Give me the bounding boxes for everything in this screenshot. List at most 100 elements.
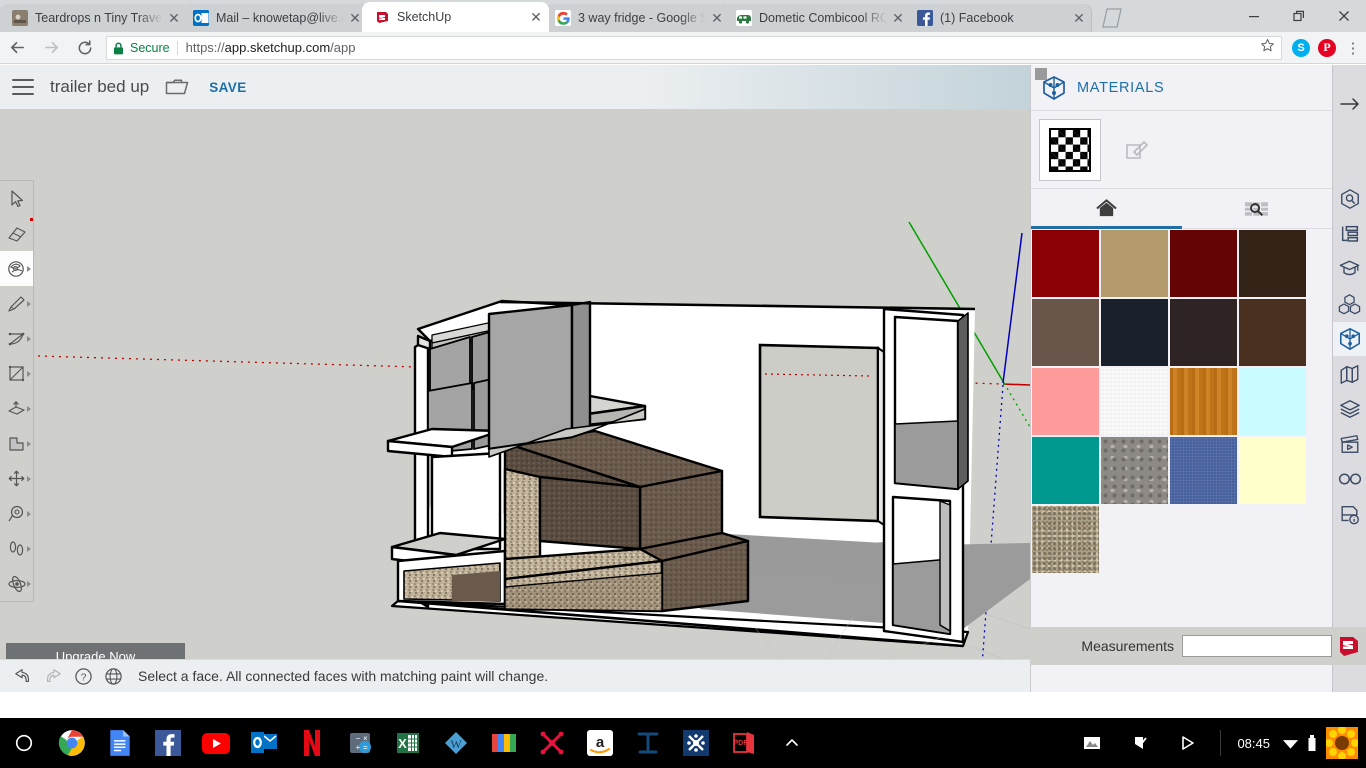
layers-icon[interactable] (1333, 392, 1366, 426)
close-window-icon[interactable] (1321, 0, 1366, 32)
material-swatch[interactable] (1032, 368, 1099, 435)
tray-check-icon[interactable] (1116, 718, 1164, 768)
youtube-icon[interactable] (192, 718, 240, 768)
material-swatch[interactable] (1101, 368, 1168, 435)
address-bar[interactable]: Secure https://app.sketchup.com/app (106, 35, 1282, 60)
material-swatch[interactable] (1239, 437, 1306, 504)
outliner-icon[interactable] (1333, 217, 1366, 251)
restore-icon[interactable] (1276, 0, 1321, 32)
microsoft-store-icon[interactable] (480, 718, 528, 768)
arc-tool[interactable] (0, 321, 33, 356)
tray-play-icon[interactable] (1164, 718, 1212, 768)
flyout-arrow-icon[interactable] (27, 405, 31, 412)
bookmark-star-icon[interactable] (1260, 38, 1275, 58)
home-tab[interactable] (1031, 189, 1182, 228)
material-swatch[interactable] (1101, 230, 1168, 297)
blue-x-app-icon[interactable] (672, 718, 720, 768)
model-viewport[interactable] (0, 109, 1030, 692)
flyout-arrow-icon[interactable] (27, 510, 31, 517)
word-diamond-icon[interactable]: W (432, 718, 480, 768)
undo-icon[interactable] (8, 661, 38, 691)
material-swatch[interactable] (1170, 437, 1237, 504)
browser-tab[interactable]: 3 way fridge - Google Sea ✕ (543, 4, 730, 32)
amazon-icon[interactable]: a (576, 718, 624, 768)
current-material-swatch[interactable] (1039, 118, 1101, 181)
material-swatch[interactable] (1032, 437, 1099, 504)
material-swatch[interactable] (1239, 230, 1306, 297)
stereo-glasses-icon[interactable] (1333, 462, 1366, 496)
netflix-icon[interactable] (288, 718, 336, 768)
browser-tab-active[interactable]: SketchUp ✕ (362, 2, 549, 32)
reload-button[interactable] (68, 32, 102, 64)
flyout-arrow-icon[interactable] (27, 265, 31, 272)
rectangle-tool[interactable] (0, 356, 33, 391)
battery-icon[interactable] (1302, 718, 1322, 768)
pdf-icon[interactable]: PDF (720, 718, 768, 768)
forward-button[interactable] (34, 32, 68, 64)
select-tool[interactable] (0, 181, 33, 216)
chrome-icon[interactable] (48, 718, 96, 768)
facebook-icon[interactable] (144, 718, 192, 768)
measurements-input[interactable] (1182, 635, 1332, 657)
back-button[interactable] (0, 32, 34, 64)
scenes-icon[interactable] (1333, 427, 1366, 461)
material-swatch[interactable] (1239, 368, 1306, 435)
material-swatch[interactable] (1170, 299, 1237, 366)
excel-icon[interactable]: X (384, 718, 432, 768)
help-icon[interactable]: ? (68, 661, 98, 691)
wifi-icon[interactable] (1278, 718, 1302, 768)
flyout-arrow-icon[interactable] (27, 370, 31, 377)
material-swatch[interactable] (1239, 299, 1306, 366)
material-swatch[interactable] (1032, 506, 1099, 573)
pinterest-extension-icon[interactable]: P (1314, 32, 1340, 64)
browser-tab[interactable]: (1) Facebook ✕ (905, 4, 1092, 32)
document-name[interactable]: trailer bed up (50, 77, 149, 97)
flyout-arrow-icon[interactable] (27, 545, 31, 552)
close-icon[interactable]: ✕ (527, 8, 545, 26)
folder-icon[interactable] (165, 77, 189, 97)
cortana-icon[interactable] (0, 718, 48, 768)
browser-tab[interactable]: Mail – knowetap@live.co ✕ (181, 4, 368, 32)
minimize-icon[interactable] (1231, 0, 1276, 32)
main-menu-icon[interactable] (12, 79, 34, 95)
flyout-arrow-icon[interactable] (27, 335, 31, 342)
save-button[interactable]: SAVE (209, 80, 246, 95)
sunflower-icon[interactable] (1322, 718, 1362, 768)
flyout-arrow-icon[interactable] (27, 300, 31, 307)
tape-measure-tool[interactable] (0, 496, 33, 531)
material-swatch[interactable] (1101, 437, 1168, 504)
close-icon[interactable]: ✕ (1070, 9, 1088, 27)
material-swatch[interactable] (1032, 230, 1099, 297)
browser-tab[interactable]: Dometic Combicool RC1 ✕ (724, 4, 911, 32)
material-swatch[interactable] (1032, 299, 1099, 366)
globe-icon[interactable] (98, 661, 128, 691)
panel-drag-handle[interactable] (1035, 68, 1047, 80)
outlook-icon[interactable] (240, 718, 288, 768)
blue-t-app-icon[interactable] (624, 718, 672, 768)
materials-icon[interactable] (1332, 322, 1366, 356)
expand-panel-icon[interactable] (1333, 87, 1366, 121)
clock[interactable]: 08:45 (1237, 736, 1270, 751)
browser-menu-button[interactable]: ⋮ (1340, 32, 1366, 64)
line-tool[interactable] (0, 286, 33, 321)
move-tool[interactable] (0, 461, 33, 496)
push-pull-tool[interactable] (0, 391, 33, 426)
tray-image-icon[interactable] (1068, 718, 1116, 768)
flyout-arrow-icon[interactable] (27, 580, 31, 587)
model-info-icon[interactable] (1333, 497, 1366, 531)
red-x-app-icon[interactable] (528, 718, 576, 768)
new-tab-button[interactable] (1098, 4, 1126, 32)
flyout-arrow-icon[interactable] (27, 475, 31, 482)
in-model-search-tab[interactable] (1182, 189, 1333, 228)
google-docs-icon[interactable] (96, 718, 144, 768)
paint-bucket-tool[interactable] (0, 251, 33, 286)
material-swatch[interactable] (1170, 230, 1237, 297)
instructor-icon[interactable] (1333, 252, 1366, 286)
styles-icon[interactable] (1333, 357, 1366, 391)
components-icon[interactable] (1333, 287, 1366, 321)
redo-icon[interactable] (38, 661, 68, 691)
calculator-icon[interactable]: − × + = (336, 718, 384, 768)
orbit-tool[interactable] (0, 566, 33, 601)
edit-material-icon[interactable] (1123, 136, 1151, 164)
material-swatch[interactable] (1170, 368, 1237, 435)
